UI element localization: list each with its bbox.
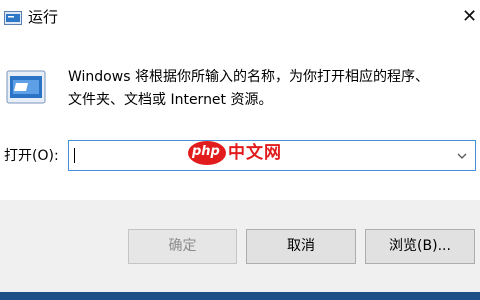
open-label: 打开(O): bbox=[4, 148, 59, 164]
run-app-icon bbox=[6, 70, 46, 104]
browse-button[interactable]: 浏览(B)... bbox=[365, 229, 475, 264]
window-title: 运行 bbox=[28, 8, 59, 26]
description-line-2: 文件夹、文档或 Internet 资源。 bbox=[68, 92, 273, 108]
run-icon bbox=[4, 10, 22, 25]
description-line-1: Windows 将根据你所输入的名称，为你打开相应的程序、 bbox=[68, 69, 429, 85]
watermark-cn-text: 中文网 bbox=[228, 143, 282, 163]
title-bar: 运行 ✕ bbox=[0, 0, 480, 34]
ok-button[interactable]: 确定 bbox=[128, 229, 237, 264]
description-text: Windows 将根据你所输入的名称，为你打开相应的程序、 文件夹、文档或 In… bbox=[68, 66, 468, 112]
cancel-button[interactable]: 取消 bbox=[246, 229, 356, 264]
close-button[interactable]: ✕ bbox=[458, 0, 480, 34]
chevron-down-icon[interactable] bbox=[455, 148, 469, 162]
php-cn-watermark: php 中文网 bbox=[188, 138, 292, 168]
text-caret bbox=[74, 148, 75, 163]
taskbar-edge bbox=[0, 292, 480, 300]
close-icon[interactable]: ✕ bbox=[462, 8, 477, 26]
watermark-php-text: php bbox=[192, 144, 220, 159]
